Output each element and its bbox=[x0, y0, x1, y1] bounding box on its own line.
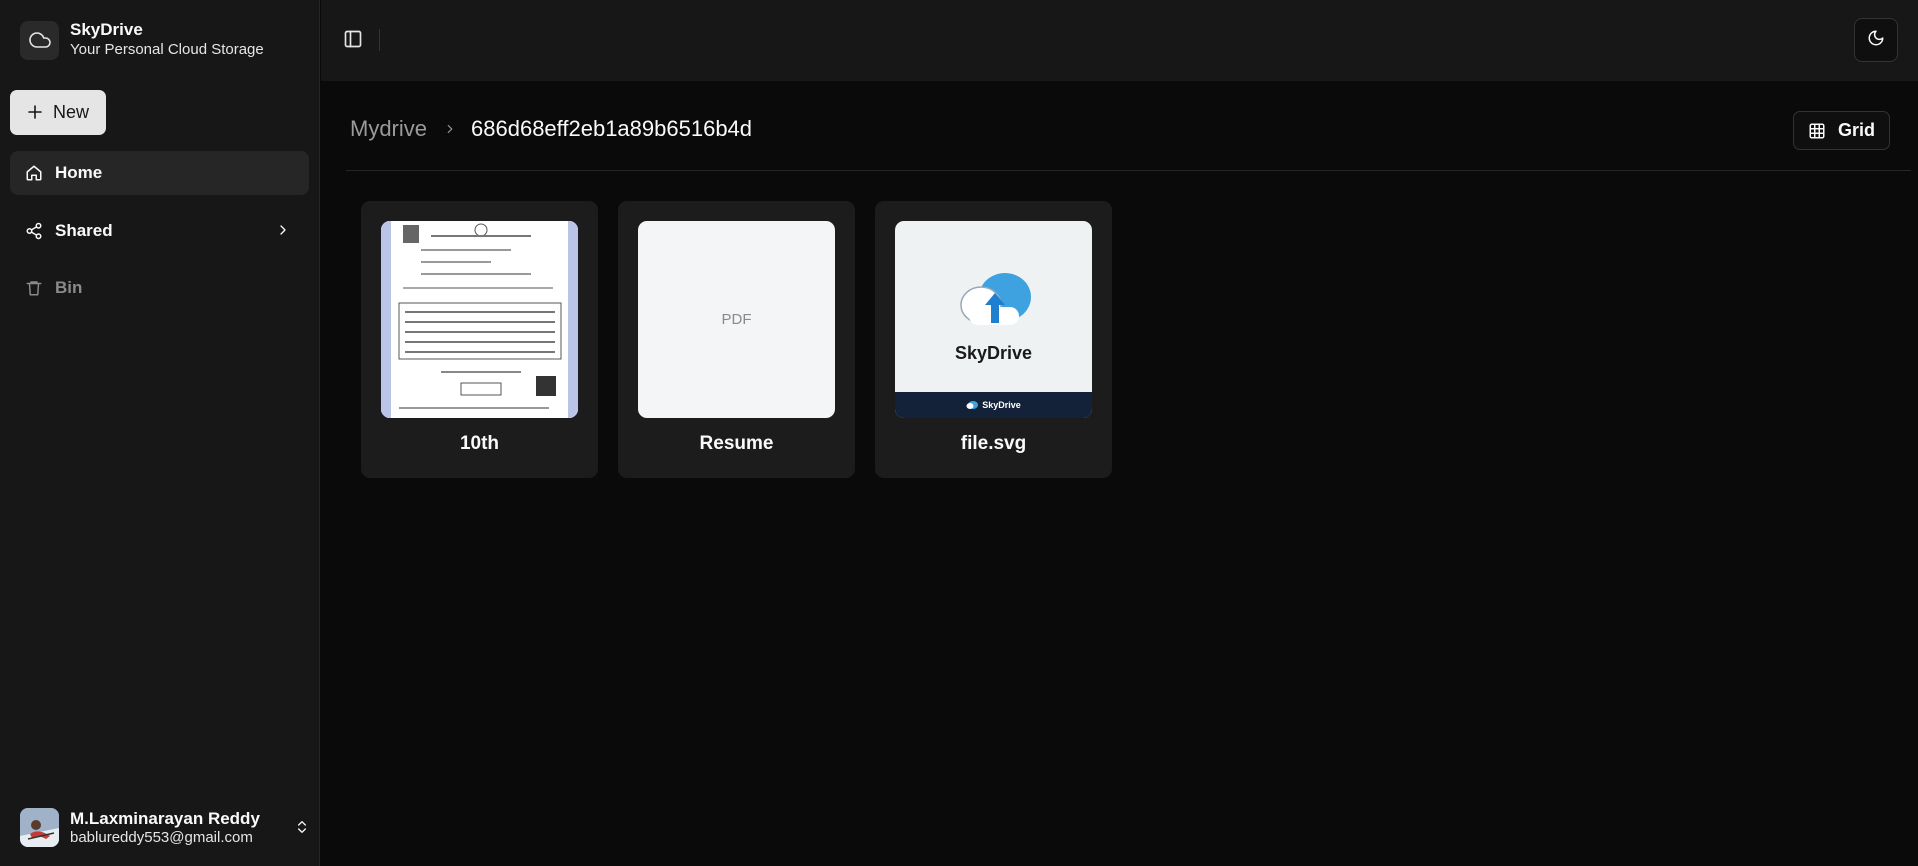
file-thumbnail: SkyDrive SkyDrive bbox=[895, 221, 1092, 418]
svg-footer-text: SkyDrive bbox=[982, 400, 1021, 410]
new-button-label: New bbox=[52, 102, 89, 122]
divider bbox=[379, 29, 380, 51]
user-name: M.Laxminarayan Reddy bbox=[70, 808, 260, 828]
home-icon bbox=[24, 163, 44, 183]
brand-title: SkyDrive bbox=[70, 20, 143, 39]
file-name: Resume bbox=[699, 433, 774, 454]
brand[interactable]: SkyDrive Your Personal Cloud Storage bbox=[20, 20, 264, 60]
chevrons-up-down-icon[interactable] bbox=[294, 818, 310, 841]
cloud-icon bbox=[20, 20, 59, 60]
file-card[interactable]: 10th bbox=[361, 201, 598, 478]
file-name: 10th bbox=[459, 433, 500, 454]
breadcrumb-current[interactable]: 686d68eff2eb1a89b6516b4d bbox=[471, 116, 752, 142]
avatar bbox=[20, 808, 59, 847]
file-card[interactable]: PDF Resume bbox=[618, 201, 855, 478]
share-icon bbox=[24, 221, 44, 241]
theme-toggle-button[interactable] bbox=[1854, 18, 1898, 62]
file-thumbnail: PDF bbox=[638, 221, 835, 418]
sidebar-item-label: Bin bbox=[55, 278, 83, 297]
sidebar-toggle-icon[interactable] bbox=[343, 29, 363, 54]
breadcrumb-root[interactable]: Mydrive bbox=[350, 116, 427, 142]
sidebar-item-label: Home bbox=[55, 163, 103, 182]
user-email: bablureddy553@gmail.com bbox=[70, 828, 253, 846]
plus-icon bbox=[27, 102, 43, 124]
chevron-right-icon bbox=[443, 122, 457, 136]
top-bar bbox=[321, 0, 1918, 81]
cloud-icon bbox=[966, 401, 979, 409]
sidebar-item-home[interactable]: Home bbox=[10, 151, 309, 195]
brand-subtitle: Your Personal Cloud Storage bbox=[70, 41, 264, 58]
svg-footer: SkyDrive bbox=[895, 392, 1092, 418]
user-menu[interactable]: M.Laxminarayan Reddy bablureddy553@gmail… bbox=[20, 808, 306, 847]
svg-brand-text: SkyDrive bbox=[954, 343, 1033, 363]
file-name: file.svg bbox=[960, 433, 1027, 454]
pdf-placeholder: PDF bbox=[721, 311, 752, 328]
trash-icon bbox=[24, 278, 44, 298]
file-thumbnail bbox=[381, 221, 578, 418]
cloud-upload-icon bbox=[960, 273, 1031, 325]
moon-icon bbox=[1867, 29, 1885, 52]
sidebar: SkyDrive Your Personal Cloud Storage New… bbox=[0, 0, 320, 866]
chevron-right-icon bbox=[275, 222, 291, 243]
sidebar-item-bin[interactable]: Bin bbox=[10, 266, 309, 310]
sidebar-item-label: Shared bbox=[55, 221, 113, 240]
grid-icon bbox=[1808, 122, 1826, 140]
sidebar-item-shared[interactable]: Shared bbox=[10, 209, 309, 253]
file-card[interactable]: SkyDrive SkyDrive file.svg bbox=[875, 201, 1112, 478]
view-toggle-button[interactable]: Grid bbox=[1793, 111, 1890, 150]
new-button[interactable]: New bbox=[10, 90, 106, 135]
breadcrumb: Mydrive 686d68eff2eb1a89b6516b4d bbox=[350, 116, 752, 142]
view-toggle-label: Grid bbox=[1838, 120, 1876, 140]
divider bbox=[346, 170, 1911, 171]
